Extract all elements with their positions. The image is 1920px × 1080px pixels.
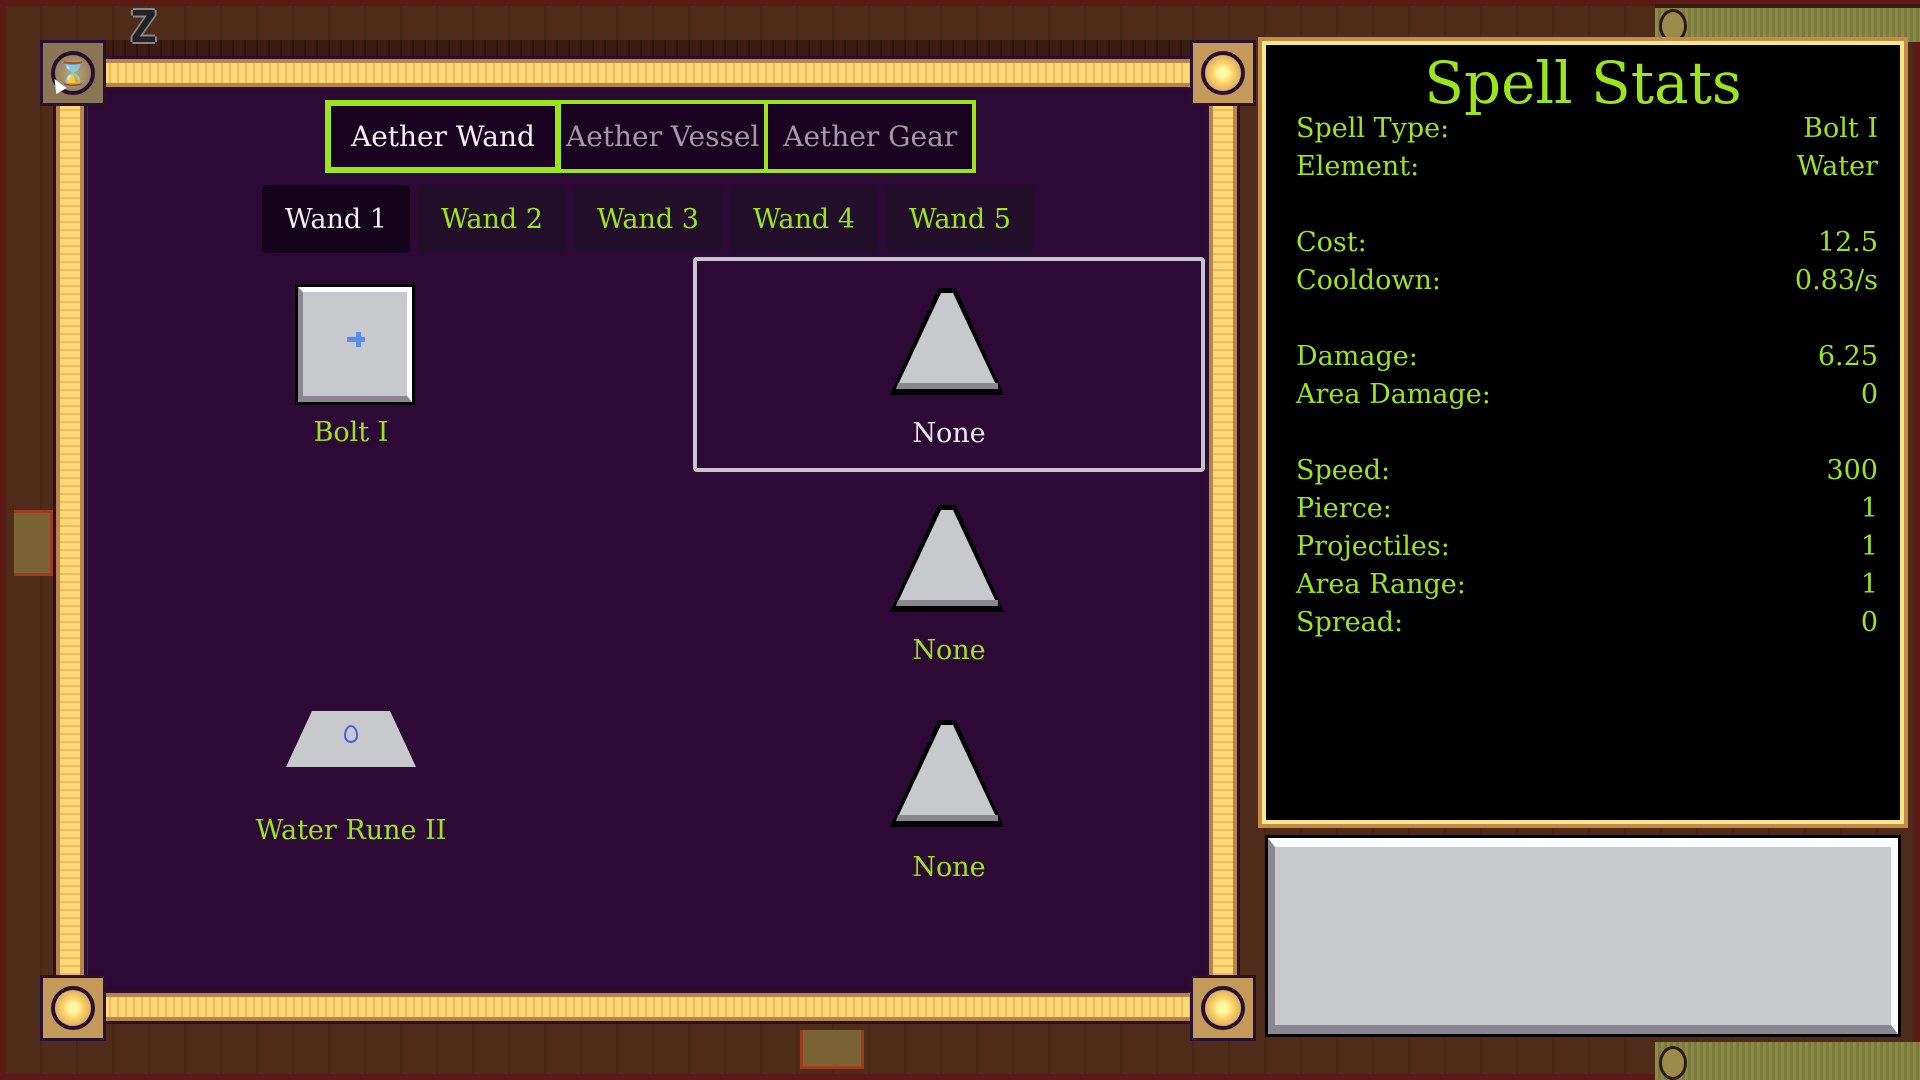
modifier-slot-1-label: None bbox=[912, 418, 986, 449]
frame-corner-ornament bbox=[40, 975, 106, 1041]
stat-row: Pierce: 1 bbox=[1296, 493, 1878, 524]
stat-label: Speed: bbox=[1296, 455, 1391, 486]
stat-row: Area Range: 1 bbox=[1296, 569, 1878, 600]
stat-label: Spread: bbox=[1296, 607, 1404, 638]
tab-wand-4[interactable]: Wand 4 bbox=[730, 185, 878, 253]
spell-slot-label: Bolt I bbox=[313, 417, 389, 448]
description-box bbox=[1268, 838, 1898, 1034]
frame-top-bar bbox=[100, 56, 1194, 90]
stat-label: Area Range: bbox=[1296, 569, 1466, 600]
top-right-banner bbox=[1655, 4, 1920, 43]
tab-wand-1[interactable]: Wand 1 bbox=[262, 185, 410, 253]
gem-icon bbox=[1201, 986, 1245, 1030]
tab-aether-vessel[interactable]: Aether Vessel bbox=[560, 104, 765, 169]
bolt-icon bbox=[347, 332, 365, 347]
stat-label: Spell Type: bbox=[1296, 113, 1450, 144]
gem-icon bbox=[1201, 51, 1245, 95]
wand-tabs: Wand 1 Wand 2 Wand 3 Wand 4 Wand 5 bbox=[262, 185, 1034, 253]
stat-value: Bolt I bbox=[1803, 113, 1878, 144]
bottom-right-banner bbox=[1655, 1042, 1920, 1080]
tab-aether-wand[interactable]: Aether Wand bbox=[325, 100, 561, 173]
hotkey-z-icon: Z bbox=[130, 2, 157, 53]
frame-right-bar bbox=[1206, 100, 1240, 980]
modifier-slot-3-label: None bbox=[912, 852, 986, 883]
stat-value: 6.25 bbox=[1817, 341, 1878, 372]
modifier-slot-3[interactable] bbox=[886, 717, 1008, 832]
frame-corner-ornament bbox=[1190, 40, 1256, 106]
tab-wand-2[interactable]: Wand 2 bbox=[418, 185, 566, 253]
modifier-slot-1[interactable] bbox=[886, 285, 1008, 400]
water-drop-icon bbox=[344, 725, 358, 743]
stat-value: Water bbox=[1796, 151, 1878, 182]
frame-bottom-bar bbox=[100, 990, 1194, 1024]
stat-value: 0 bbox=[1860, 379, 1878, 410]
stat-row: Projectiles: 1 bbox=[1296, 531, 1878, 562]
stat-row: Area Damage: 0 bbox=[1296, 379, 1878, 410]
bottom-door bbox=[800, 1030, 864, 1069]
knob-icon bbox=[1659, 9, 1687, 43]
stat-row: Speed: 300 bbox=[1296, 455, 1878, 486]
stat-row: Cost: 12.5 bbox=[1296, 227, 1878, 258]
spell-slot[interactable] bbox=[298, 287, 412, 402]
modifier-slot-2[interactable] bbox=[886, 502, 1008, 617]
stat-row: Spread: 0 bbox=[1296, 607, 1878, 638]
stat-label: Projectiles: bbox=[1296, 531, 1450, 562]
stat-row: Damage: 6.25 bbox=[1296, 341, 1878, 372]
stat-value: 1 bbox=[1860, 569, 1878, 600]
stat-row: Cooldown: 0.83/s bbox=[1296, 265, 1878, 296]
stat-label: Area Damage: bbox=[1296, 379, 1491, 410]
knob-icon bbox=[1659, 1046, 1687, 1080]
stat-value: 1 bbox=[1860, 493, 1878, 524]
category-tabs: Aether Wand Aether Vessel Aether Gear bbox=[325, 100, 976, 173]
stat-label: Cooldown: bbox=[1296, 265, 1441, 296]
stat-value: 300 bbox=[1826, 455, 1878, 486]
frame-corner-ornament bbox=[1190, 975, 1256, 1041]
stat-label: Element: bbox=[1296, 151, 1420, 182]
gem-icon bbox=[51, 986, 95, 1030]
modifier-slot-2-label: None bbox=[912, 635, 986, 666]
stat-label: Cost: bbox=[1296, 227, 1367, 258]
stat-value: 0 bbox=[1860, 607, 1878, 638]
stat-row: Element: Water bbox=[1296, 151, 1878, 182]
stat-value: 0.83/s bbox=[1794, 265, 1878, 296]
stat-value: 12.5 bbox=[1817, 227, 1878, 258]
close-button[interactable]: ⌛ bbox=[40, 40, 106, 106]
stat-label: Pierce: bbox=[1296, 493, 1392, 524]
frame-left-bar bbox=[53, 100, 87, 980]
stat-value: 1 bbox=[1860, 531, 1878, 562]
tab-wand-3[interactable]: Wand 3 bbox=[574, 185, 722, 253]
stat-row: Spell Type: Bolt I bbox=[1296, 113, 1878, 144]
stat-label: Damage: bbox=[1296, 341, 1418, 372]
stats-title: Spell Stats bbox=[1424, 49, 1742, 117]
left-door bbox=[14, 510, 53, 576]
rune-slot-label: Water Rune II bbox=[255, 815, 447, 846]
spell-stats-panel: Spell Stats Spell Type: Bolt I Element: Wa… bbox=[1258, 37, 1908, 828]
tab-wand-5[interactable]: Wand 5 bbox=[886, 185, 1034, 253]
tab-aether-gear[interactable]: Aether Gear bbox=[768, 104, 972, 169]
